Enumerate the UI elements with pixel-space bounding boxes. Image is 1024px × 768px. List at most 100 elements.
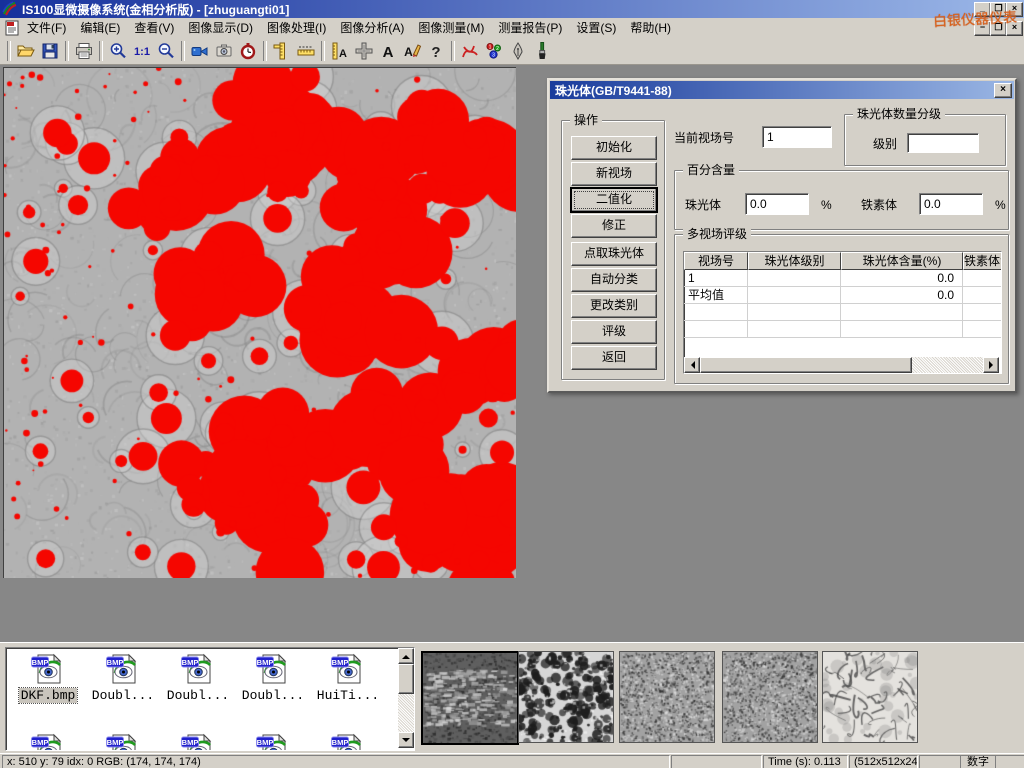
zoom-out-button[interactable] <box>154 39 178 63</box>
table-row[interactable] <box>684 321 1001 338</box>
thumbnail-4[interactable] <box>722 651 818 743</box>
file-item-partial[interactable] <box>87 732 159 751</box>
table-row[interactable] <box>684 304 1001 321</box>
pearlite-value-input[interactable]: 0.0 <box>745 193 809 215</box>
scroll-down-button[interactable] <box>398 732 414 748</box>
file-item-partial[interactable] <box>12 732 84 751</box>
new-field-button[interactable]: 新视场 <box>571 162 657 186</box>
thumbnail-1[interactable] <box>421 651 519 745</box>
classify-button[interactable]: 123 <box>482 39 506 63</box>
help-button[interactable]: ? <box>424 39 448 63</box>
file-item[interactable]: Doubl... <box>87 652 159 703</box>
save-button[interactable] <box>38 39 62 63</box>
file-name[interactable]: Doubl... <box>90 688 156 703</box>
init-button[interactable]: 初始化 <box>571 136 657 160</box>
table-header-row: 视场号 珠光体级别 珠光体含量(%) 铁素体含量(%) <box>684 252 1001 270</box>
status-position: x: 510 y: 79 idx: 0 RGB: (174, 174, 174) <box>2 755 670 768</box>
main-image-canvas[interactable] <box>3 67 516 578</box>
level-input[interactable] <box>907 133 979 153</box>
scroll-up-button[interactable] <box>398 648 414 664</box>
percent-group: 百分含量 珠光体 0.0 % 铁素体 0.0 % <box>674 170 1009 230</box>
capture-button[interactable] <box>212 39 236 63</box>
col-field-number[interactable]: 视场号 <box>684 252 748 270</box>
file-item[interactable]: Doubl... <box>237 652 309 703</box>
file-name[interactable]: Doubl... <box>240 688 306 703</box>
bmp-file-icon <box>106 652 140 686</box>
scroll-track[interactable] <box>912 357 983 373</box>
svg-text:A: A <box>404 45 413 59</box>
scroll-thumb[interactable] <box>700 357 912 373</box>
file-item[interactable]: DKF.bmp <box>12 652 84 703</box>
brush-tool-button[interactable] <box>530 39 554 63</box>
file-vscrollbar[interactable] <box>398 648 414 748</box>
menu-image-measure[interactable]: 图像测量(M) <box>411 18 491 38</box>
scroll-thumb[interactable] <box>398 664 414 694</box>
colored-balls-icon: 123 <box>484 41 504 61</box>
dialog-close-button[interactable]: × <box>994 83 1012 98</box>
scroll-right-button[interactable] <box>983 357 999 373</box>
table-row[interactable]: 平均值 0.0 <box>684 287 1001 304</box>
auto-classify-button[interactable]: 自动分类 <box>571 268 657 292</box>
menu-image-analysis[interactable]: 图像分析(A) <box>333 18 411 38</box>
svg-text:?: ? <box>431 44 440 61</box>
file-item-partial[interactable] <box>237 732 309 751</box>
status-empty-2 <box>919 755 961 768</box>
menu-help[interactable]: 帮助(H) <box>623 18 678 38</box>
change-class-button[interactable]: 更改类别 <box>571 294 657 318</box>
actual-size-button[interactable]: 1:1 <box>130 39 154 63</box>
print-button[interactable] <box>72 39 96 63</box>
file-item-partial[interactable] <box>312 732 384 751</box>
ruler-button[interactable] <box>294 39 318 63</box>
caliper-vertical-icon <box>272 41 292 61</box>
thumbnail-5[interactable] <box>822 651 918 743</box>
ferrite-value-input[interactable]: 0.0 <box>919 193 983 215</box>
timer-button[interactable] <box>236 39 260 63</box>
pen-tool-button[interactable] <box>506 39 530 63</box>
cell: 0.0 <box>841 270 963 286</box>
menu-edit[interactable]: 编辑(E) <box>73 18 127 38</box>
operation-group-label: 操作 <box>570 113 602 127</box>
cell <box>963 270 1002 286</box>
dialog-title-bar[interactable]: 珠光体(GB/T9441-88) <box>550 81 1014 99</box>
caliper-button[interactable] <box>270 39 294 63</box>
zoom-in-button[interactable] <box>106 39 130 63</box>
correct-button[interactable]: 修正 <box>571 214 657 238</box>
binarize-button[interactable]: 二值化 <box>571 188 657 212</box>
pick-pearlite-button[interactable]: 点取珠光体 <box>571 242 657 266</box>
video-camera-button[interactable] <box>188 39 212 63</box>
text-button[interactable]: A <box>376 39 400 63</box>
grid-measure-button[interactable] <box>352 39 376 63</box>
col-pearlite-grade[interactable]: 珠光体级别 <box>748 252 841 270</box>
operation-group: 操作 初始化 新视场 二值化 修正 点取珠光体 自动分类 更改类别 评级 返回 <box>561 120 665 380</box>
menu-image-display[interactable]: 图像显示(D) <box>181 18 260 38</box>
cell <box>841 321 963 337</box>
open-button[interactable] <box>14 39 38 63</box>
current-field-input[interactable]: 1 <box>762 126 832 148</box>
svg-text:2: 2 <box>496 46 499 52</box>
menu-measure-report[interactable]: 测量报告(P) <box>491 18 569 38</box>
file-item[interactable]: Doubl... <box>162 652 234 703</box>
col-ferrite-content[interactable]: 铁素体含量(%) <box>963 252 1002 270</box>
thumbnail-2[interactable] <box>518 651 614 743</box>
multifield-table: 视场号 珠光体级别 珠光体含量(%) 铁素体含量(%) 1 0.0 平均值 <box>683 251 1002 374</box>
table-hscrollbar[interactable] <box>684 357 999 373</box>
menu-image-processing[interactable]: 图像处理(I) <box>260 18 333 38</box>
document-system-icon[interactable] <box>4 20 20 36</box>
grade-button[interactable]: 评级 <box>571 320 657 344</box>
menu-view[interactable]: 查看(V) <box>127 18 181 38</box>
curve-tool-button[interactable] <box>458 39 482 63</box>
return-button[interactable]: 返回 <box>571 346 657 370</box>
file-name[interactable]: HuiTi... <box>315 688 381 703</box>
menu-file[interactable]: 文件(F) <box>20 18 73 38</box>
annotate-button[interactable]: A <box>400 39 424 63</box>
measure-text-button[interactable]: A <box>328 39 352 63</box>
table-row[interactable]: 1 0.0 <box>684 270 1001 287</box>
file-name[interactable]: DKF.bmp <box>19 688 78 703</box>
scroll-left-button[interactable] <box>684 357 700 373</box>
col-pearlite-content[interactable]: 珠光体含量(%) <box>841 252 963 270</box>
file-item[interactable]: HuiTi... <box>312 652 384 703</box>
file-name[interactable]: Doubl... <box>165 688 231 703</box>
thumbnail-3[interactable] <box>619 651 715 743</box>
menu-settings[interactable]: 设置(S) <box>569 18 623 38</box>
file-item-partial[interactable] <box>162 732 234 751</box>
